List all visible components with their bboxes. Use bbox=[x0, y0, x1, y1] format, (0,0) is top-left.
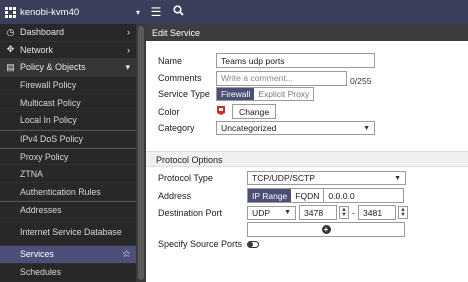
address-mode-fqdn[interactable]: FQDN bbox=[291, 189, 324, 202]
sidebar-item-label: Dashboard bbox=[20, 27, 65, 38]
sidebar-item-dashboard[interactable]: ◷ Dashboard › bbox=[0, 24, 136, 42]
color-change-button[interactable]: Change bbox=[232, 104, 277, 119]
network-icon: ✥ bbox=[6, 44, 15, 55]
chevron-right-icon: › bbox=[127, 44, 130, 55]
add-icon[interactable]: + bbox=[321, 225, 331, 234]
chevron-down-icon: ▼ bbox=[363, 124, 370, 132]
policy-icon: ▤ bbox=[6, 61, 15, 72]
category-label: Category bbox=[158, 123, 195, 133]
address-mode-ip-range[interactable]: IP Range bbox=[248, 189, 292, 202]
sidebar-item-multicast-policy[interactable]: Multicast Policy bbox=[0, 94, 136, 113]
destination-protocol-select[interactable]: UDP ▼ bbox=[247, 205, 296, 220]
category-value: Uncategorized bbox=[221, 123, 277, 133]
comments-label: Comments bbox=[158, 73, 202, 83]
dashboard-icon: ◷ bbox=[6, 26, 15, 37]
port-range-separator: - bbox=[352, 207, 355, 218]
category-row: Category Uncategorized ▼ bbox=[158, 121, 375, 135]
fortinet-red-icon bbox=[216, 105, 226, 118]
chevron-right-icon: › bbox=[127, 27, 130, 38]
page-title: Edit Service bbox=[146, 24, 468, 41]
source-ports-label: Specify Source Ports bbox=[158, 239, 243, 249]
sidebar-item-firewall-policy[interactable]: Firewall Policy bbox=[0, 77, 136, 95]
sidebar-item-network[interactable]: ✥ Network › bbox=[0, 42, 136, 59]
sidebar-scrollbar[interactable] bbox=[136, 24, 146, 282]
destination-protocol-value: UDP bbox=[252, 207, 271, 218]
color-label: Color bbox=[158, 106, 180, 117]
device-name: kenobi-kvm40 bbox=[20, 6, 80, 18]
device-selector[interactable]: kenobi-kvm40 ▾ bbox=[0, 6, 146, 18]
name-label: Name bbox=[158, 55, 183, 66]
fortinet-logo-icon bbox=[5, 6, 16, 18]
address-row: Address IP Range FQDN 0.0.0.0 bbox=[158, 188, 405, 203]
service-type-toggle: Firewall Explicit Proxy bbox=[216, 87, 315, 101]
protocol-options-header: Protocol Options bbox=[146, 151, 468, 167]
sidebar-item-label: Policy & Objects bbox=[20, 62, 86, 73]
protocol-type-row: Protocol Type TCP/UDP/SCTP ▼ bbox=[158, 171, 406, 185]
source-ports-toggle[interactable] bbox=[247, 240, 259, 248]
destination-port-label: Destination Port bbox=[158, 207, 223, 218]
source-ports-row: Specify Source Ports bbox=[158, 239, 259, 249]
service-type-firewall[interactable]: Firewall bbox=[217, 88, 255, 100]
add-port-range-row: + bbox=[247, 222, 405, 237]
protocol-type-select[interactable]: TCP/UDP/SCTP ▼ bbox=[247, 171, 406, 185]
sidebar-item-label: Network bbox=[20, 44, 54, 55]
scrollbar-thumb[interactable] bbox=[138, 26, 144, 280]
top-bar: kenobi-kvm40 ▾ ☰ bbox=[0, 0, 468, 24]
destination-port-row: Destination Port UDP ▼ 3478 ▲ ▼ - 3481 ▲ ▼ bbox=[158, 205, 408, 220]
port-high-stepper[interactable]: ▲ ▼ bbox=[398, 206, 408, 219]
sidebar-item-internet-service-database[interactable]: Internet Service Database bbox=[0, 219, 136, 246]
chevron-down-icon: ▼ bbox=[394, 174, 401, 182]
sidebar-item-proxy-policy[interactable]: Proxy Policy bbox=[0, 147, 136, 166]
sidebar-item-ztna[interactable]: ZTNA bbox=[0, 165, 136, 184]
protocol-type-label: Protocol Type bbox=[158, 173, 213, 183]
name-field[interactable]: Teams udp ports bbox=[216, 53, 375, 68]
sidebar-item-label: Services bbox=[20, 249, 54, 260]
category-select[interactable]: Uncategorized ▼ bbox=[216, 121, 375, 135]
sidebar-item-services[interactable]: Services ☆ bbox=[0, 245, 136, 264]
address-field[interactable]: 0.0.0.0 bbox=[324, 188, 405, 203]
sidebar-item-addresses[interactable]: Addresses bbox=[0, 201, 136, 219]
port-low-stepper[interactable]: ▲ ▼ bbox=[339, 206, 349, 219]
color-row: Color Change bbox=[158, 104, 277, 119]
port-high-field[interactable]: 3481 bbox=[358, 205, 396, 220]
service-type-label: Service Type bbox=[158, 89, 210, 99]
sidebar-item-authentication-rules[interactable]: Authentication Rules bbox=[0, 183, 136, 202]
address-mode-toggle: IP Range FQDN bbox=[247, 188, 325, 203]
name-row: Name Teams udp ports bbox=[158, 53, 375, 68]
service-type-row: Service Type Firewall Explicit Proxy bbox=[158, 87, 315, 101]
comments-row: Comments Write a comment... 0/255 bbox=[158, 70, 372, 86]
comments-placeholder: Write a comment... bbox=[221, 73, 293, 83]
edit-service-panel: Edit Service Name Teams udp ports Commen… bbox=[146, 24, 468, 282]
sidebar-item-local-in-policy[interactable]: Local In Policy bbox=[0, 112, 136, 130]
sidebar-item-policy-objects[interactable]: ▤ Policy & Objects ▾ bbox=[0, 59, 136, 77]
comments-counter: 0/255 bbox=[350, 76, 372, 86]
protocol-type-value: TCP/UDP/SCTP bbox=[252, 173, 316, 183]
sidebar-item-schedules[interactable]: Schedules bbox=[0, 264, 136, 282]
search-icon[interactable] bbox=[171, 5, 185, 19]
sidebar: ◷ Dashboard › ✥ Network › ▤ Policy & Obj… bbox=[0, 24, 136, 282]
chevron-down-icon: ▼ bbox=[284, 209, 291, 216]
comments-field[interactable]: Write a comment... bbox=[216, 70, 347, 86]
sidebar-item-ipv4-dos-policy[interactable]: IPv4 DoS Policy bbox=[0, 129, 136, 148]
menu-icon[interactable]: ☰ bbox=[149, 5, 163, 19]
star-icon[interactable]: ☆ bbox=[122, 249, 131, 260]
port-low-field[interactable]: 3478 bbox=[299, 205, 337, 220]
chevron-down-icon: ▾ bbox=[135, 7, 140, 17]
service-type-explicit-proxy[interactable]: Explicit Proxy bbox=[254, 88, 314, 100]
address-label: Address bbox=[158, 190, 192, 201]
chevron-down-icon: ▾ bbox=[125, 61, 130, 72]
